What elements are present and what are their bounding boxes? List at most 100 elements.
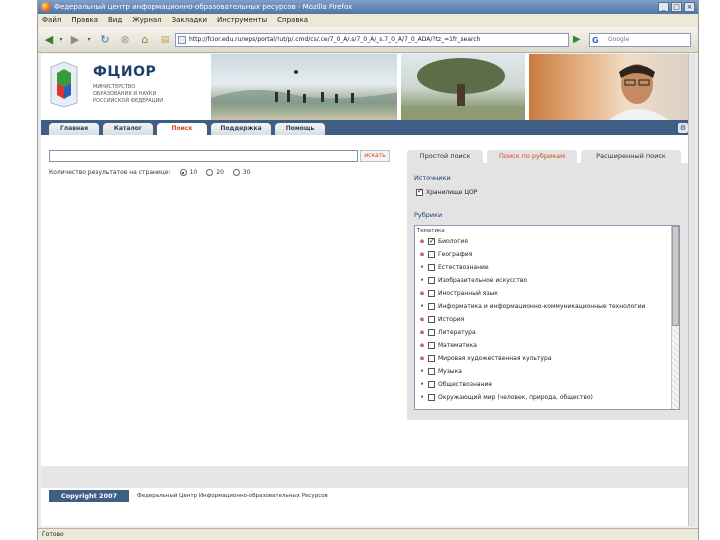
expand-icon[interactable]: e	[419, 340, 425, 351]
source-row: Хранилище ЦОР	[416, 187, 477, 196]
web-page: ФЦИОР Министерство образования и науки Р…	[41, 54, 693, 526]
forward-arrow-icon[interactable]: ▶	[68, 33, 82, 47]
list-item[interactable]: e Мировая художественная культура	[419, 353, 551, 364]
reload-icon[interactable]: ↻	[98, 33, 112, 47]
tab-advanced-search[interactable]: Расширенный поиск	[581, 150, 681, 163]
bullet-icon: •	[420, 303, 424, 310]
tab-search[interactable]: Поиск	[157, 123, 207, 135]
menu-help[interactable]: Справка	[277, 14, 308, 27]
back-dropdown-icon[interactable]: ▾	[58, 33, 64, 47]
rubric-checkbox[interactable]	[428, 264, 435, 271]
rubric-checkbox[interactable]	[428, 290, 435, 297]
back-arrow-icon[interactable]: ◀	[42, 33, 56, 47]
rubric-checkbox[interactable]	[428, 329, 435, 336]
list-item[interactable]: • Музыка	[419, 366, 462, 377]
list-item[interactable]: • Информатика и информационно-коммуникац…	[419, 301, 645, 312]
menu-history[interactable]: Журнал	[132, 14, 161, 27]
rubric-search-body: Источники Хранилище ЦОР Рубрики Тематика…	[407, 163, 691, 420]
radio-20[interactable]	[206, 169, 214, 176]
rubric-checkbox[interactable]	[428, 342, 435, 349]
status-bar: Готово	[38, 528, 698, 540]
rubric-label: Окружающий мир (человек, природа, общест…	[438, 394, 593, 401]
source-checkbox[interactable]	[416, 187, 423, 196]
go-arrow-icon[interactable]: ▶	[573, 34, 585, 46]
rubric-checkbox[interactable]	[428, 251, 435, 258]
menu-file[interactable]: Файл	[42, 14, 61, 27]
site-favicon-icon	[178, 36, 186, 44]
menu-view[interactable]: Вид	[108, 14, 122, 27]
title-bar: Федеральный центр информационно-образова…	[38, 0, 698, 14]
menu-tools[interactable]: Инструменты	[217, 14, 267, 27]
list-item[interactable]: e Литература	[419, 327, 476, 338]
rubric-checkbox[interactable]	[428, 303, 435, 310]
navigation-toolbar: ◀ ▾ ▶ ▾ ↻ ⊗ ⌂ ▤ http://fcior.edu.ru/wps/…	[38, 27, 698, 53]
rubrics-scrollbar[interactable]	[671, 226, 679, 409]
rubric-checkbox[interactable]	[428, 394, 435, 401]
tab-rubric-search[interactable]: Поиск по рубрикам	[487, 150, 577, 163]
header-photo-tree	[399, 54, 525, 120]
settings-gear-icon[interactable]: ⚙	[678, 123, 688, 133]
search-input[interactable]	[49, 150, 358, 162]
rubrics-listbox[interactable]: Тематика e Биология e География •	[414, 225, 680, 410]
radio-30[interactable]	[232, 169, 240, 176]
list-item[interactable]: e Биология	[419, 236, 468, 247]
minimize-button[interactable]: _	[658, 2, 669, 12]
rubric-checkbox[interactable]	[428, 355, 435, 362]
expand-icon[interactable]: e	[419, 314, 425, 325]
maximize-button[interactable]: □	[671, 2, 682, 12]
expand-icon[interactable]: e	[419, 249, 425, 260]
rubrics-scroll-thumb[interactable]	[672, 226, 679, 326]
close-button[interactable]: ×	[684, 2, 695, 12]
header-photo-student	[527, 54, 693, 120]
tab-support[interactable]: Поддержка	[211, 123, 271, 135]
menu-bar: Файл Правка Вид Журнал Закладки Инструме…	[38, 14, 698, 27]
site-logo-subtitle: Министерство образования и науки Российс…	[93, 84, 164, 104]
list-item[interactable]: e Математика	[419, 340, 477, 351]
tab-home[interactable]: Главная	[49, 123, 99, 135]
rubric-label: Обществознание	[438, 381, 493, 388]
rubrics-list-header: Тематика	[417, 228, 445, 234]
rubric-checkbox[interactable]	[428, 316, 435, 323]
rubric-label: Музыка	[438, 368, 462, 375]
expand-icon[interactable]: e	[419, 236, 425, 247]
list-item[interactable]: e История	[419, 314, 464, 325]
list-item[interactable]: • Изобразительное искусство	[419, 275, 527, 286]
rubric-label: Математика	[438, 342, 477, 349]
url-bar[interactable]: http://fcior.edu.ru/wps/portal/!ut/p/.cm…	[175, 33, 569, 47]
list-item[interactable]: • Естествознание	[419, 262, 489, 273]
list-item[interactable]: • Окружающий мир (человек, природа, обще…	[419, 392, 593, 403]
radio-10[interactable]	[179, 169, 187, 176]
expand-icon[interactable]: e	[419, 353, 425, 364]
rubric-checkbox[interactable]	[428, 368, 435, 375]
search-button[interactable]: искать	[360, 150, 390, 162]
stop-icon[interactable]: ⊗	[118, 33, 132, 47]
tab-catalog[interactable]: Каталог	[103, 123, 153, 135]
radio-20-label: 20	[216, 169, 224, 176]
list-item[interactable]: • Обществознание	[419, 379, 492, 390]
bullet-icon: •	[420, 394, 424, 401]
list-item[interactable]: e География	[419, 249, 472, 260]
tab-help[interactable]: Помощь	[275, 123, 325, 135]
firefox-icon	[41, 2, 51, 12]
expand-icon[interactable]: e	[419, 288, 425, 299]
menu-edit[interactable]: Правка	[71, 14, 98, 27]
rubric-checkbox[interactable]	[428, 381, 435, 388]
rubric-label: Естествознание	[438, 264, 489, 271]
menu-bookmarks[interactable]: Закладки	[172, 14, 207, 27]
tab-simple-search[interactable]: Простой поиск	[407, 150, 483, 163]
rubric-label: Мировая художественная культура	[438, 355, 552, 362]
list-item[interactable]: e Иностранный язык	[419, 288, 498, 299]
sources-title: Источники	[414, 174, 451, 182]
page-scrollbar[interactable]	[688, 54, 695, 526]
rubric-checkbox[interactable]	[428, 277, 435, 284]
rubric-checkbox[interactable]	[428, 236, 435, 247]
web-search-placeholder: Google	[608, 36, 630, 43]
expand-icon[interactable]: e	[419, 327, 425, 338]
radio-30-label: 30	[242, 169, 251, 176]
search-mode-tabs: Простой поиск Поиск по рубрикам Расширен…	[407, 150, 691, 163]
bullet-icon: •	[420, 264, 424, 271]
google-g-icon: G	[592, 36, 599, 45]
home-icon[interactable]: ⌂	[138, 33, 152, 47]
forward-dropdown-icon[interactable]: ▾	[86, 33, 92, 47]
web-search-box[interactable]: G Google	[589, 33, 691, 47]
